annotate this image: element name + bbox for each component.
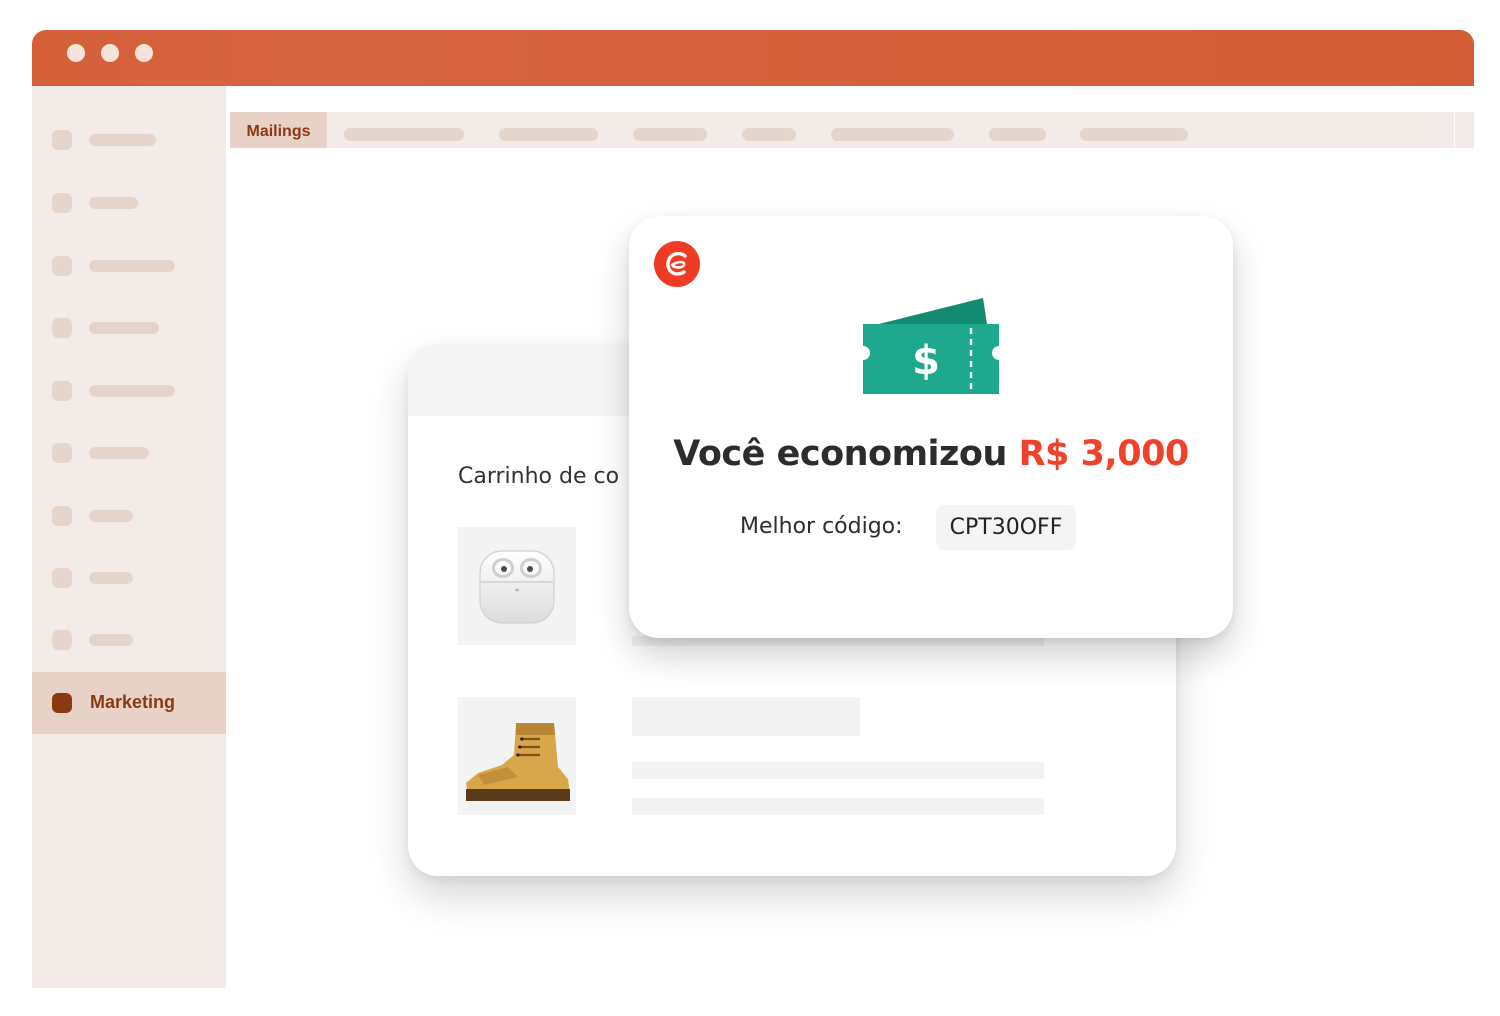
best-code-label: Melhor código:: [740, 514, 903, 539]
sidebar-item-label-placeholder: [89, 322, 159, 334]
sidebar-item-label-placeholder: [89, 572, 133, 584]
sidebar-item-icon: [52, 630, 72, 650]
sidebar-item-placeholder[interactable]: [32, 246, 226, 286]
cart-title: Carrinho de co: [458, 464, 620, 489]
tab-mailings[interactable]: Mailings: [230, 112, 327, 148]
savings-popup: $ Você economizou R$ 3,000 Melhor código…: [629, 216, 1233, 638]
sidebar-item-placeholder[interactable]: [32, 371, 226, 411]
title-bar: [32, 30, 1474, 86]
window-close-dot[interactable]: [67, 44, 85, 62]
tab-bar: Mailings: [230, 112, 1474, 148]
savings-amount: R$ 3,000: [1018, 434, 1190, 474]
brand-logo-icon: [654, 241, 700, 287]
sidebar-item-icon: [52, 443, 72, 463]
sidebar-item-label: Marketing: [90, 692, 176, 712]
sidebar-item-label-placeholder: [89, 197, 138, 209]
tab-placeholder[interactable]: [742, 128, 796, 141]
sidebar-item-placeholder[interactable]: [32, 120, 226, 160]
ticket-symbol: $: [912, 338, 940, 384]
sidebar-item-icon: [52, 193, 72, 213]
earbuds-thumbnail[interactable]: [458, 527, 576, 645]
coupon-code-chip[interactable]: CPT30OFF: [936, 505, 1076, 550]
sidebar-item-icon: [52, 381, 72, 401]
savings-headline: Você economizou R$ 3,000: [629, 434, 1233, 474]
sidebar-item-icon: [52, 256, 72, 276]
sidebar-item-label-placeholder: [89, 385, 175, 397]
text-placeholder: [632, 798, 1044, 815]
sidebar: Marketing: [32, 86, 226, 988]
tab-placeholder[interactable]: [499, 128, 598, 141]
tab-placeholder[interactable]: [344, 128, 464, 141]
marketing-icon: [52, 693, 72, 713]
tab-placeholder[interactable]: [831, 128, 954, 141]
tab-placeholder[interactable]: [1080, 128, 1188, 141]
sidebar-item-placeholder[interactable]: [32, 433, 226, 473]
savings-headline-text: Você economizou: [673, 434, 1007, 474]
ticket-dollar-icon: $: [863, 298, 999, 394]
sidebar-item-icon: [52, 130, 72, 150]
window-maximize-dot[interactable]: [135, 44, 153, 62]
sidebar-item-icon: [52, 506, 72, 526]
sidebar-item-label-placeholder: [89, 447, 149, 459]
sidebar-item-placeholder[interactable]: [32, 496, 226, 536]
sidebar-item-icon: [52, 318, 72, 338]
sidebar-item-icon: [52, 568, 72, 588]
sidebar-item-label-placeholder: [89, 634, 133, 646]
sidebar-item-placeholder[interactable]: [32, 620, 226, 660]
tab-placeholder[interactable]: [633, 128, 707, 141]
tab-placeholder[interactable]: [989, 128, 1046, 141]
tab-bar-end: [1455, 112, 1474, 148]
sidebar-item-label-placeholder: [89, 260, 175, 272]
sidebar-item-label-placeholder: [89, 510, 133, 522]
boot-thumbnail[interactable]: [458, 697, 576, 815]
window-minimize-dot[interactable]: [101, 44, 119, 62]
sidebar-item-label-placeholder: [89, 134, 156, 146]
sidebar-item-placeholder[interactable]: [32, 308, 226, 348]
sidebar-item-marketing[interactable]: Marketing: [32, 672, 226, 734]
sidebar-item-placeholder[interactable]: [32, 183, 226, 223]
sidebar-item-placeholder[interactable]: [32, 558, 226, 598]
text-placeholder: [632, 762, 1044, 779]
earbuds-icon: [479, 550, 555, 624]
boot-icon: [466, 723, 570, 801]
text-placeholder: [632, 697, 860, 736]
